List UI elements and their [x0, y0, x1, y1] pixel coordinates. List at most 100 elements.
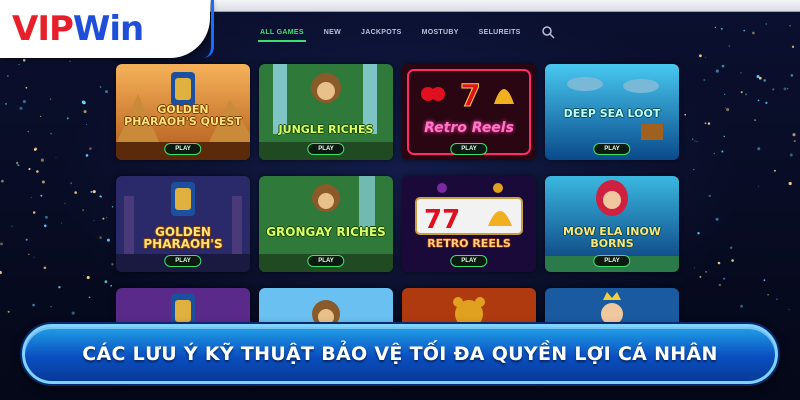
play-button[interactable]: PLAY	[593, 255, 631, 267]
sparkle-dot	[776, 298, 778, 300]
sparkle-dot	[703, 78, 706, 82]
sparkle-dot	[757, 147, 761, 151]
sparkle-dot	[0, 270, 2, 275]
sparkle-dot	[25, 86, 28, 89]
play-button[interactable]: PLAY	[450, 143, 488, 155]
tab-jackpots[interactable]: JACKPOTS	[359, 23, 404, 42]
sparkle-dot	[714, 26, 716, 28]
game-card-golden-pharaohs-quest[interactable]: GOLDEN PHARAOH'S QUEST PLAY	[116, 64, 250, 160]
play-button[interactable]: PLAY	[164, 143, 202, 155]
play-button[interactable]: PLAY	[307, 143, 345, 155]
sparkle-dot	[49, 98, 52, 100]
game-title: Retro Reels	[424, 120, 514, 136]
game-card-jungle-riches[interactable]: JUNGLE RICHES PLAY	[259, 64, 393, 160]
sparkle-dot	[83, 110, 87, 114]
sparkle-dot	[82, 209, 84, 211]
search-icon[interactable]	[541, 25, 555, 39]
sparkle-dot	[704, 122, 707, 125]
sparkle-dot	[728, 45, 730, 47]
sparkle-dot	[44, 215, 48, 219]
sparkle-dot	[33, 256, 35, 258]
sparkle-dot	[765, 23, 767, 25]
sparkle-dot	[41, 180, 45, 184]
sparkle-dot	[106, 217, 108, 219]
sparkle-dot	[22, 58, 26, 62]
sparkle-dot	[86, 275, 90, 280]
sparkle-dot	[40, 158, 44, 162]
game-card-retro-reels[interactable]: 77 RETRO REELS PLAY	[402, 176, 536, 272]
sparkle-dot	[71, 311, 75, 315]
sparkle-dot	[82, 101, 86, 105]
sparkle-dot	[793, 140, 796, 143]
sparkle-dot	[28, 253, 30, 256]
play-button[interactable]: PLAY	[164, 255, 202, 267]
sparkle-dot	[721, 150, 724, 153]
screenshot-stage: VIP Win ALL GAMES NEW JACKPOTS MOSTUBY S…	[0, 0, 800, 400]
tab-selureits[interactable]: SELUREITS	[477, 23, 523, 42]
game-card-golden-pharaohs[interactable]: GOLDEN PHARAOH'S PLAY	[116, 176, 250, 272]
sparkle-dot	[789, 153, 793, 157]
sparkle-dot	[85, 154, 89, 157]
game-card-retro-reels-neon[interactable]: 7 Retro Reels PLAY	[402, 64, 536, 160]
game-card-grongay-riches[interactable]: GRONGAY RICHES PLAY	[259, 176, 393, 272]
sparkle-dot	[723, 93, 726, 96]
play-button[interactable]: PLAY	[307, 255, 345, 267]
sparkle-dot	[90, 190, 93, 194]
sparkle-dot	[105, 90, 108, 94]
play-button[interactable]: PLAY	[593, 143, 631, 155]
tab-all-games[interactable]: ALL GAMES	[258, 23, 306, 42]
sparkle-dot	[7, 310, 10, 313]
game-title: GRONGAY RICHES	[266, 225, 386, 239]
sparkle-dot	[715, 217, 719, 221]
sparkle-dot	[64, 202, 66, 204]
sparkle-dot	[27, 130, 30, 133]
tab-new[interactable]: NEW	[322, 23, 343, 42]
game-card-deep-sea-loot[interactable]: DEEP SEA LOOT PLAY	[545, 64, 679, 160]
sparkle-dot	[723, 135, 725, 138]
sparkle-dot	[58, 285, 61, 289]
sparkle-dot	[15, 161, 19, 165]
sparkle-dot	[757, 99, 760, 102]
sparkle-dot	[104, 280, 108, 284]
sparkle-dot	[89, 147, 92, 150]
play-button[interactable]: PLAY	[450, 255, 488, 267]
sparkle-dot	[66, 117, 69, 120]
sparkle-dot	[756, 74, 760, 79]
sparkle-dot	[5, 102, 7, 105]
sparkle-dot	[110, 284, 113, 287]
sparkle-dot	[50, 133, 52, 135]
sparkle-dot	[774, 169, 776, 172]
sparkle-dot	[32, 211, 36, 214]
sparkle-dot	[754, 119, 756, 121]
sparkle-dot	[752, 31, 755, 35]
tab-mostuby[interactable]: MOSTUBY	[420, 23, 461, 42]
sparkle-dot	[740, 304, 744, 308]
sparkle-dot	[93, 220, 95, 222]
game-title: GOLDEN PHARAOH'S	[143, 225, 223, 251]
sparkle-dot	[34, 147, 38, 151]
sparkle-dot	[713, 152, 715, 155]
sparkle-dot	[718, 283, 722, 287]
sparkle-dot	[32, 303, 35, 307]
sparkle-dot	[99, 195, 102, 198]
sparkle-dot	[43, 266, 47, 270]
sparkle-dot	[740, 91, 743, 94]
browser-top-bar	[150, 0, 800, 12]
sparkle-dot	[697, 231, 700, 235]
sparkle-dot	[788, 181, 792, 186]
sparkle-dot	[720, 27, 723, 30]
sparkle-dot	[783, 87, 787, 91]
sparkle-dot	[30, 196, 32, 198]
sparkle-dot	[730, 246, 733, 249]
sparkle-dot	[111, 263, 114, 266]
sparkle-dot	[50, 306, 52, 308]
game-card-mow-ela-inow-borns[interactable]: MOW ELA INOW BORNS PLAY	[545, 176, 679, 272]
sparkle-dot	[765, 101, 768, 104]
sparkle-dot	[696, 140, 698, 143]
brand-logo[interactable]: VIP Win	[0, 0, 214, 58]
sparkle-dot	[767, 293, 769, 296]
sparkle-dot	[698, 54, 702, 58]
sparkle-dot	[40, 115, 42, 117]
sparkle-dot	[22, 100, 26, 104]
sparkle-dot	[763, 79, 766, 82]
